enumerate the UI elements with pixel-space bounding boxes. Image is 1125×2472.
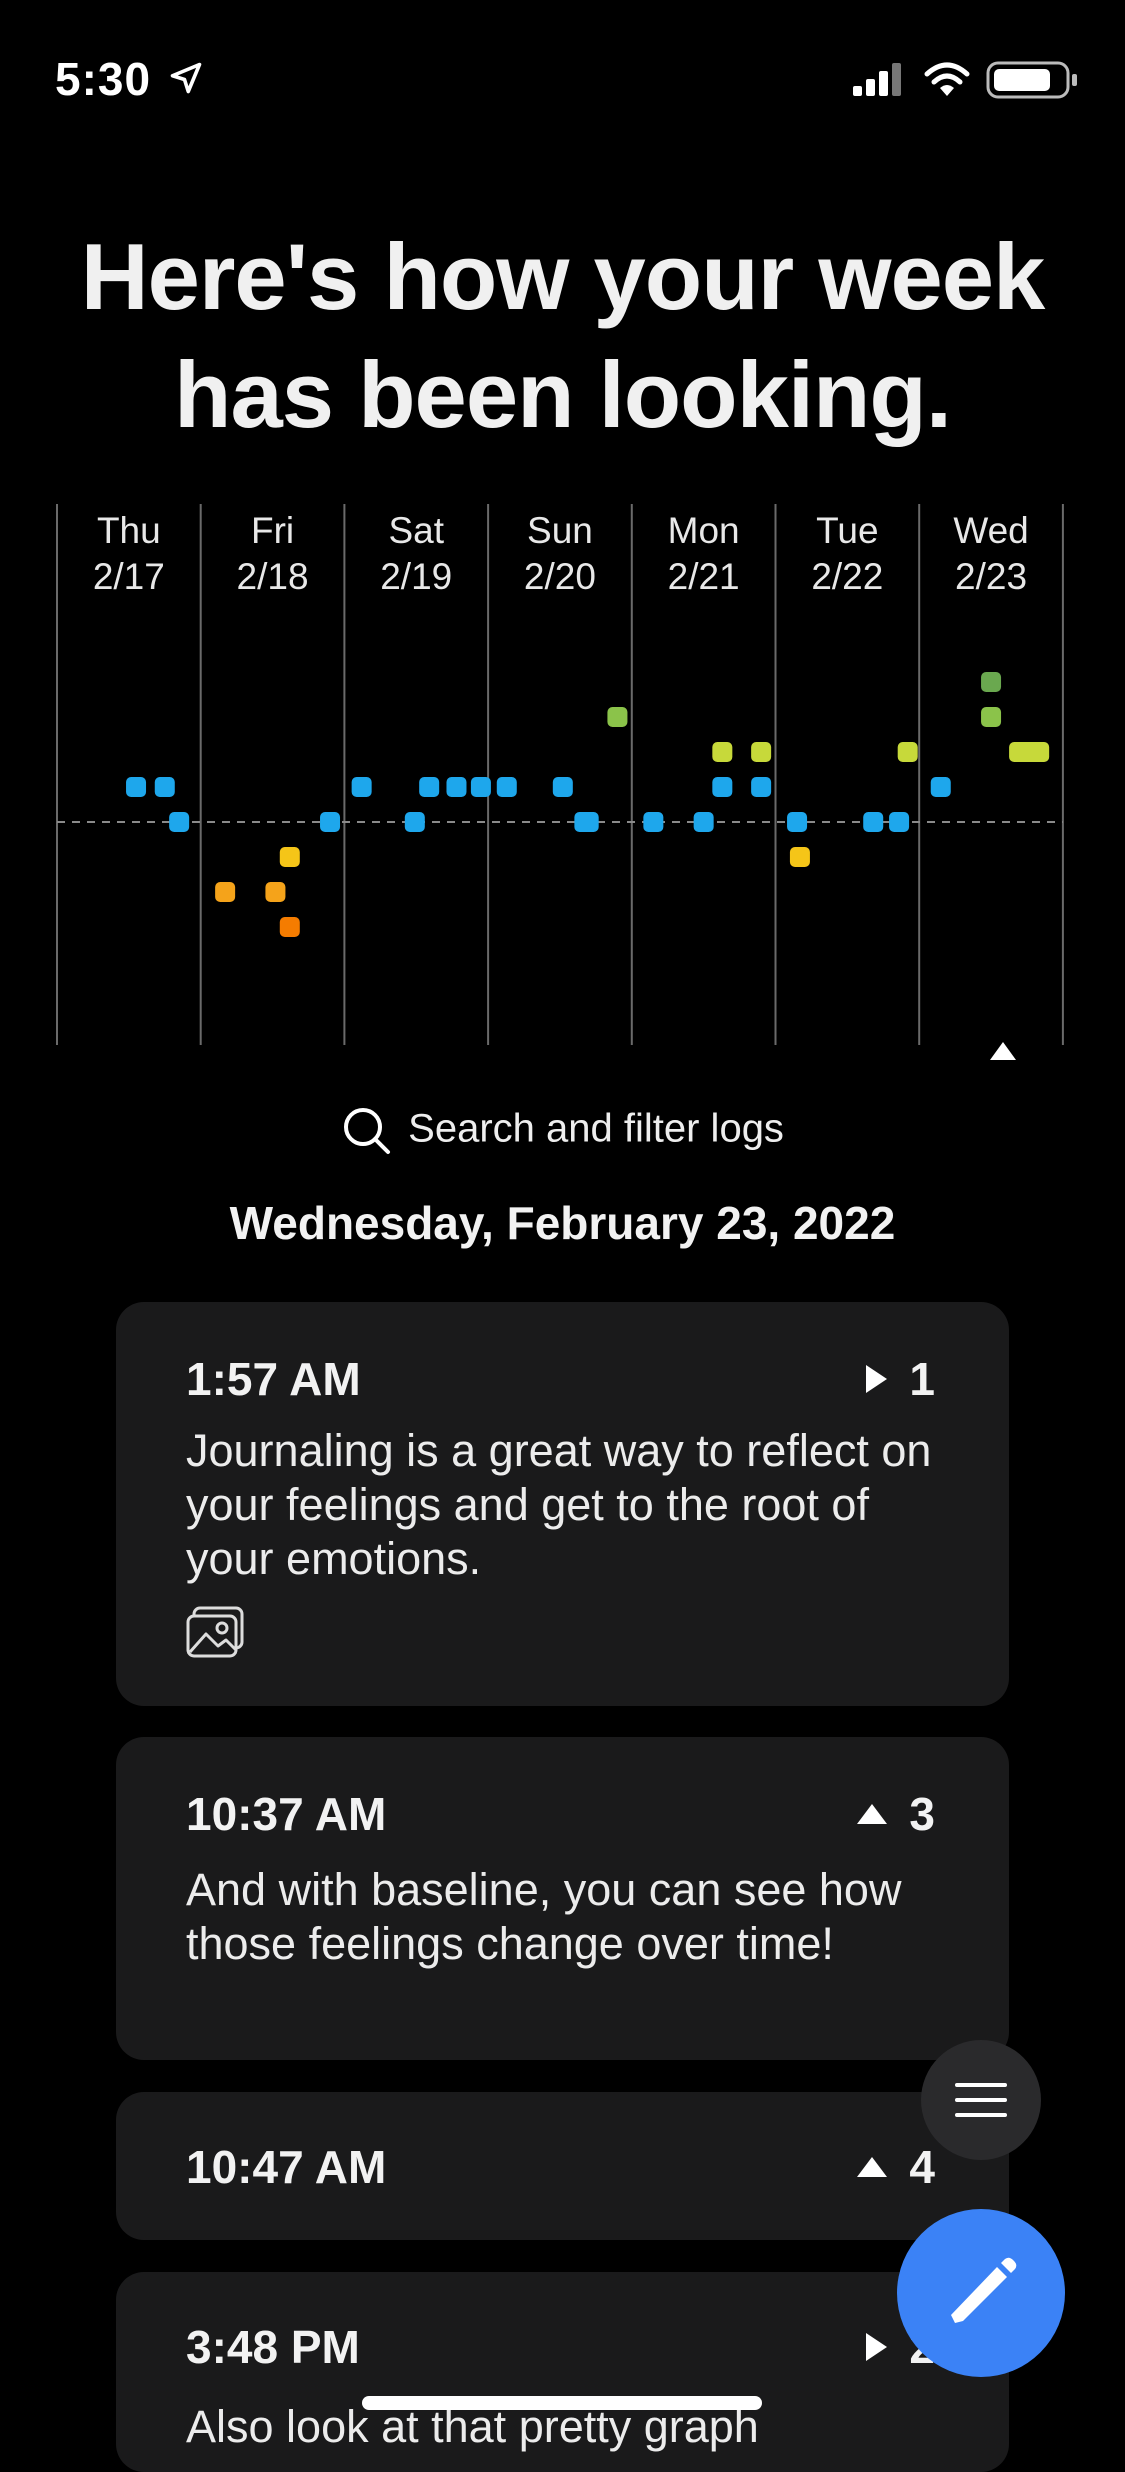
mood-point[interactable] [789,847,810,867]
day-name: Thu [96,510,161,551]
collapse-chart-icon[interactable] [988,1040,1018,1062]
log-time: 1:57 AM [186,1353,361,1405]
mood-point[interactable] [578,812,599,832]
mood-point[interactable] [712,742,733,762]
day-label: Wed 2/23 [921,508,1061,600]
log-card[interactable]: 10:37 AM 3 And with baseline, you can se… [116,1737,1009,2060]
log-card[interactable]: 3:48 PM 2 Also look at that pretty graph [116,2272,1009,2472]
hamburger-menu-icon [955,2083,1007,2117]
mood-point[interactable] [643,812,664,832]
mood-badge: 4 [855,2140,935,2194]
mood-point[interactable] [863,812,884,832]
day-label: Fri 2/18 [203,508,343,600]
search-filter-button[interactable]: Search and filter logs [0,1105,1125,1157]
mood-point[interactable] [419,777,440,797]
mood-point[interactable] [751,777,772,797]
page-title-line-1: Here's how your week [80,224,1046,329]
day-date: 2/23 [955,556,1028,597]
day-label: Mon 2/21 [634,508,774,600]
mood-point[interactable] [981,672,1002,692]
mood-point[interactable] [126,777,147,797]
page-title-line-2: has been looking. [174,342,952,447]
day-name: Sat [388,510,445,551]
mood-point[interactable] [889,812,910,832]
mood-badge: 3 [855,1787,935,1841]
mood-point[interactable] [751,742,772,762]
day-label: Sat 2/19 [346,508,486,600]
status-time: 5:30 [55,53,152,105]
mood-point[interactable] [169,812,190,832]
mood-point[interactable] [446,777,467,797]
up-triangle-icon [857,1804,888,1824]
mood-point[interactable] [930,777,951,797]
mood-point[interactable] [693,812,714,832]
battery-icon [986,61,1077,99]
search-filter-label: Search and filter logs [408,1106,784,1151]
log-card[interactable]: 1:57 AM 1 Journaling is a great way to r… [116,1302,1009,1706]
mood-point[interactable] [897,742,918,762]
day-date: 2/17 [92,556,165,597]
mood-point[interactable] [320,812,341,832]
mood-point[interactable] [154,777,175,797]
home-indicator [362,2396,762,2410]
day-label: Tue 2/22 [777,508,917,600]
mood-point[interactable] [496,777,517,797]
new-log-button[interactable] [897,2209,1065,2377]
day-name: Mon [667,510,740,551]
mood-point[interactable] [265,882,286,902]
mood-value: 4 [909,2141,935,2193]
mood-point[interactable] [279,847,300,867]
log-time: 10:37 AM [186,1788,387,1840]
menu-button[interactable] [921,2040,1041,2160]
day-date: 2/19 [380,556,453,597]
mood-point[interactable] [351,777,372,797]
mood-point[interactable] [1019,742,1050,762]
day-date: 2/20 [523,556,596,597]
location-arrow-icon [170,62,202,94]
day-name: Wed [953,510,1029,551]
date-heading: Wednesday, February 23, 2022 [229,1197,896,1249]
mood-point[interactable] [215,882,236,902]
log-text: Journaling is a great way to reflect on … [186,1425,932,1584]
log-time: 10:47 AM [186,2141,387,2193]
mood-point[interactable] [470,777,491,797]
day-label: Sun 2/20 [490,508,630,600]
mood-point[interactable] [712,777,733,797]
day-name: Tue [816,510,879,551]
cellular-signal-icon [853,63,901,96]
mood-badge: 1 [863,1352,935,1406]
search-icon [344,1108,391,1154]
play-triangle-icon [866,2333,888,2361]
up-triangle-icon [857,2157,888,2177]
day-name: Sun [527,510,593,551]
wifi-icon [924,62,970,96]
weekly-mood-chart[interactable]: Thu 2/17 Fri 2/18 Sat 2/19 Sun 2/20 Mon 2/21 Tue 2/… [0,500,1125,1070]
day-name: Fri [250,510,295,551]
mood-value: 3 [909,1788,935,1840]
log-time: 3:48 PM [186,2321,360,2373]
pencil-icon [951,2257,1017,2323]
status-bar: 5:30 [0,0,1125,140]
mood-point[interactable] [404,812,425,832]
image-attachment-icon [186,1606,244,1658]
mood-point[interactable] [607,707,628,727]
mood-value: 1 [909,1353,935,1405]
mood-point[interactable] [981,707,1002,727]
log-card[interactable]: 10:47 AM 4 [116,2092,1009,2240]
mood-point[interactable] [279,917,300,937]
day-date: 2/18 [236,556,309,597]
day-date: 2/22 [811,556,884,597]
log-text: And with baseline, you can see how those… [186,1864,902,1969]
mood-point[interactable] [787,812,808,832]
day-label: Thu 2/17 [59,508,199,600]
play-triangle-icon [866,1365,888,1393]
page-title: Here's how your week has been looking. [0,218,1125,454]
mood-point[interactable] [552,777,573,797]
day-date: 2/21 [667,556,740,597]
status-icons [853,61,1077,99]
